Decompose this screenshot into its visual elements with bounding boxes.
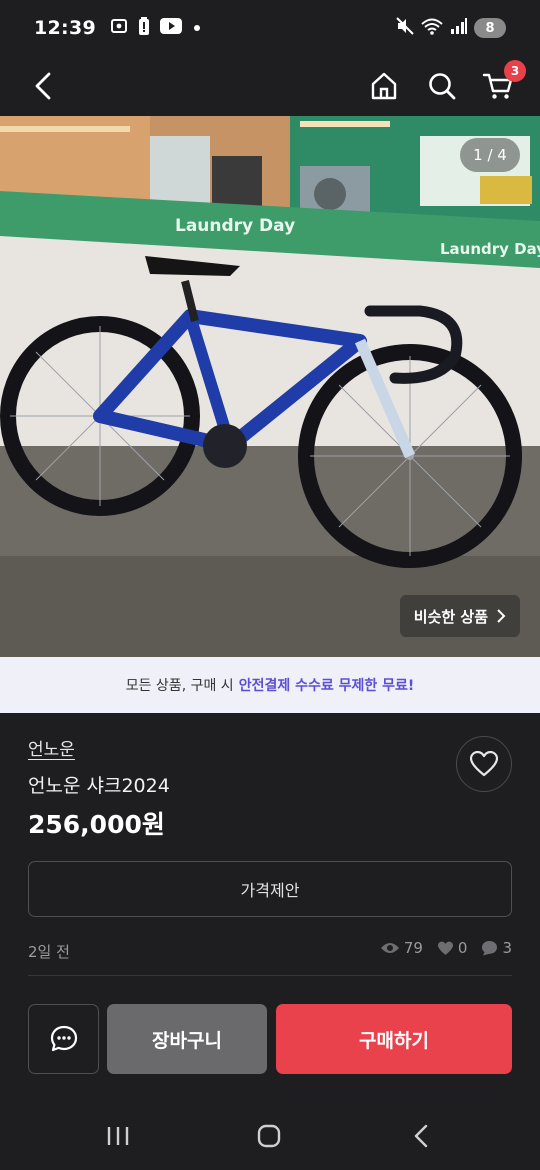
youtube-icon	[159, 18, 182, 38]
banner-prefix: 모든 상품, 구매 시	[125, 678, 234, 694]
buy-now-button[interactable]: 구매하기	[276, 1004, 512, 1074]
chat-bubble-icon	[482, 941, 498, 956]
seller-name-link[interactable]: 언노운	[28, 735, 75, 760]
battery-level: 8	[474, 18, 506, 38]
add-to-cart-label: 장바구니	[152, 1029, 222, 1052]
chat-button[interactable]	[28, 1004, 99, 1074]
product-image-gallery[interactable]: Laundry Day Laundry Day 1 / 4 비슷한 상품	[0, 116, 540, 657]
likes-count: 0	[457, 939, 468, 957]
cart-button[interactable]: 3	[474, 60, 526, 110]
recent-apps-icon	[107, 1127, 129, 1145]
price-offer-button[interactable]: 가격제안	[28, 861, 512, 917]
product-title: 언노운 샤크2024	[28, 775, 170, 797]
cart-count-badge: 3	[504, 60, 526, 82]
search-button[interactable]	[418, 62, 466, 110]
status-notification-icons	[110, 17, 200, 39]
back-arrow-icon	[35, 72, 51, 100]
heart-filled-icon	[437, 941, 453, 955]
views-stat: 79	[380, 939, 423, 957]
chevron-right-icon	[497, 609, 506, 623]
product-info: 언노운 언노운 샤크2024 256,000원 가격제안 2일 전 79 0 3	[0, 713, 540, 975]
similar-products-label: 비슷한 상품	[413, 607, 488, 626]
screenshot-icon	[110, 17, 128, 39]
top-navigation: 3	[0, 56, 540, 116]
product-price: 256,000원	[28, 810, 165, 839]
eye-icon	[380, 943, 399, 953]
product-stats: 79 0 3	[372, 939, 512, 957]
home-icon	[371, 72, 397, 100]
search-icon	[429, 73, 456, 100]
posted-time: 2일 전	[28, 943, 70, 961]
system-navigation-bar	[0, 1100, 540, 1170]
wishlist-button[interactable]	[456, 736, 512, 792]
system-home-icon	[257, 1124, 281, 1148]
views-count: 79	[403, 939, 423, 957]
status-time: 12:39	[34, 17, 96, 39]
notification-dot-icon	[193, 25, 200, 31]
signage-text-2: Laundry Day	[440, 240, 540, 258]
image-counter: 1 / 4	[460, 138, 520, 172]
bike-photo: Laundry Day Laundry Day	[0, 116, 540, 657]
section-divider	[28, 975, 512, 976]
add-to-cart-button[interactable]: 장바구니	[107, 1004, 267, 1074]
wifi-icon	[420, 17, 444, 39]
signal-icon	[450, 17, 468, 39]
similar-products-button[interactable]: 비슷한 상품	[399, 595, 520, 637]
safe-payment-banner[interactable]: 모든 상품, 구매 시 안전결제 수수료 무제한 무료!	[0, 657, 540, 713]
system-back-icon	[414, 1124, 428, 1148]
status-bar: 12:39 8	[0, 0, 540, 56]
mute-icon	[396, 17, 414, 39]
system-home-button[interactable]	[244, 1114, 294, 1158]
buy-now-label: 구매하기	[359, 1029, 429, 1052]
status-system-icons: 8	[396, 17, 506, 39]
signage-text-1: Laundry Day	[175, 216, 295, 236]
home-button[interactable]	[360, 62, 408, 110]
price-offer-label: 가격제안	[240, 881, 300, 900]
chats-stat: 3	[481, 939, 512, 957]
battery-alert-icon	[138, 17, 150, 39]
chat-icon	[50, 1025, 77, 1052]
recent-apps-button[interactable]	[93, 1114, 143, 1158]
heart-icon	[470, 751, 498, 777]
likes-stat: 0	[437, 939, 468, 957]
chats-count: 3	[502, 939, 512, 957]
purchase-actions: 장바구니 구매하기	[0, 1004, 540, 1074]
banner-highlight: 안전결제 수수료 무제한 무료!	[238, 678, 415, 694]
battery-text: 8	[485, 20, 495, 36]
system-back-button[interactable]	[396, 1114, 446, 1158]
back-button[interactable]	[20, 62, 68, 110]
